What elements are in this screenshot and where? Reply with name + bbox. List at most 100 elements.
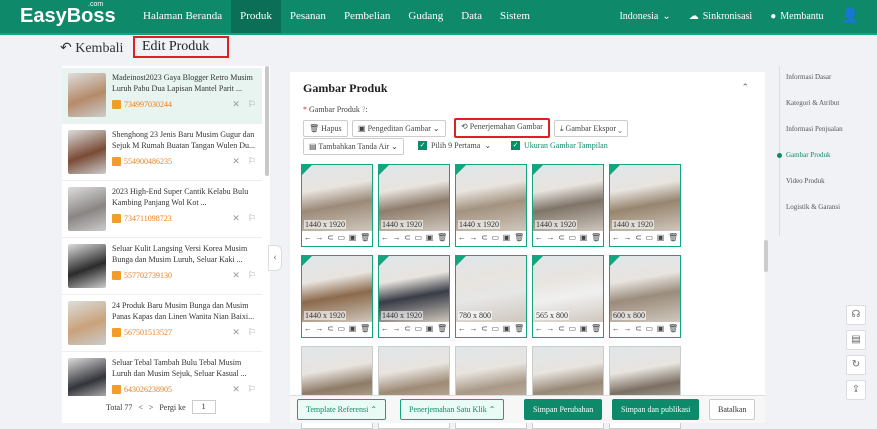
edit-icon[interactable]: ▭ xyxy=(569,233,577,242)
logo[interactable]: EasyBoss .com xyxy=(20,1,128,28)
notes-icon[interactable]: ▤ xyxy=(846,330,866,350)
link-icon[interactable]: ⊂ xyxy=(404,233,411,242)
flag-icon[interactable]: ⚐ xyxy=(248,327,256,338)
trash-icon[interactable]: 🗑 xyxy=(360,324,370,333)
user-avatar[interactable]: 👤 xyxy=(842,8,859,25)
next-page-icon[interactable]: > xyxy=(149,403,154,412)
image-edit-button[interactable]: ▣ Pengeditan Gambar ⌄ xyxy=(352,120,446,137)
close-icon[interactable]: ✕ xyxy=(232,270,240,281)
product-list-scrollbar[interactable] xyxy=(265,66,269,176)
delete-button[interactable]: 🗑 Hapus xyxy=(303,120,348,137)
back-button[interactable]: ↶ Kembali xyxy=(60,40,123,57)
image-icon[interactable]: ▣ xyxy=(426,324,434,333)
trash-icon[interactable]: 🗑 xyxy=(514,324,524,333)
collapse-panel-button[interactable]: ‹ xyxy=(268,245,282,271)
trash-icon[interactable]: 🗑 xyxy=(668,324,678,333)
move-left-icon[interactable]: ← xyxy=(304,233,312,242)
image-tile[interactable]: 1440 x 1920 ← → ⊂ ▭ ▣ 🗑 xyxy=(301,255,373,338)
trash-icon[interactable]: 🗑 xyxy=(591,233,601,242)
edit-icon[interactable]: ▭ xyxy=(492,324,500,333)
trash-icon[interactable]: 🗑 xyxy=(591,324,601,333)
edit-icon[interactable]: ▭ xyxy=(569,324,577,333)
nav-logistics[interactable]: Logistik & Garansi xyxy=(786,203,840,211)
image-icon[interactable]: ▣ xyxy=(503,324,511,333)
page-input[interactable]: 1 xyxy=(191,400,216,414)
image-tile[interactable]: 1440 x 1920 ← → ⊂ ▭ ▣ 🗑 xyxy=(378,164,450,247)
product-list-item[interactable]: 24 Produk Baru Musim Bunga dan Musim Pan… xyxy=(62,296,262,352)
move-right-icon[interactable]: → xyxy=(546,233,554,242)
trash-icon[interactable]: 🗑 xyxy=(437,233,447,242)
nav-home[interactable]: Halaman Beranda xyxy=(134,0,231,33)
move-right-icon[interactable]: → xyxy=(392,233,400,242)
nav-products[interactable]: Produk xyxy=(231,0,281,33)
watermark-button[interactable]: ▤ Tambahkan Tanda Air ⌄ xyxy=(303,138,404,155)
sync-button[interactable]: ☁ Sinkronisasi xyxy=(689,11,752,22)
move-left-icon[interactable]: ← xyxy=(304,324,312,333)
prev-page-icon[interactable]: < xyxy=(138,403,143,412)
move-right-icon[interactable]: → xyxy=(623,324,631,333)
move-right-icon[interactable]: → xyxy=(315,233,323,242)
edit-icon[interactable]: ▭ xyxy=(492,233,500,242)
link-icon[interactable]: ⊂ xyxy=(327,233,334,242)
template-button[interactable]: Template Referensi ⌃ xyxy=(297,399,387,420)
image-tile[interactable]: 1440 x 1920 ← → ⊂ ▭ ▣ 🗑 xyxy=(455,164,527,247)
edit-icon[interactable]: ▭ xyxy=(415,324,423,333)
image-tile[interactable]: 1440 x 1920 ← → ⊂ ▭ ▣ 🗑 xyxy=(609,164,681,247)
move-right-icon[interactable]: → xyxy=(469,324,477,333)
nav-sales-info[interactable]: Informasi Penjualan xyxy=(786,125,843,133)
nav-basic-info[interactable]: Informasi Dasar xyxy=(786,73,831,81)
image-tile[interactable]: 1440 x 1920 ← → ⊂ ▭ ▣ 🗑 xyxy=(378,255,450,338)
link-icon[interactable]: ⊂ xyxy=(404,324,411,333)
nav-purchases[interactable]: Pembelian xyxy=(335,0,399,33)
product-list-item[interactable]: Shenghong 23 Jenis Baru Musim Gugur dan … xyxy=(62,125,262,181)
select-first9-checkbox[interactable]: ✓ Pilih 9 Pertama ⌄ xyxy=(418,141,491,150)
move-left-icon[interactable]: ← xyxy=(381,324,389,333)
nav-product-images[interactable]: Gambar Produk xyxy=(786,151,831,159)
nav-orders[interactable]: Pesanan xyxy=(281,0,335,33)
product-list-item[interactable]: Seluar Kulit Langsing Versi Korea Musim … xyxy=(62,239,262,295)
flag-icon[interactable]: ⚐ xyxy=(248,384,256,395)
close-icon[interactable]: ✕ xyxy=(232,327,240,338)
trash-icon[interactable]: 🗑 xyxy=(437,324,447,333)
move-left-icon[interactable]: ← xyxy=(458,233,466,242)
edit-icon[interactable]: ▭ xyxy=(338,324,346,333)
product-list-item[interactable]: 2023 High-End Super Cantik Kelabu Bulu K… xyxy=(62,182,262,238)
close-icon[interactable]: ✕ xyxy=(232,384,240,395)
image-icon[interactable]: ▣ xyxy=(580,324,588,333)
image-icon[interactable]: ▣ xyxy=(349,324,357,333)
close-icon[interactable]: ✕ xyxy=(232,213,240,224)
move-left-icon[interactable]: ← xyxy=(535,233,543,242)
move-left-icon[interactable]: ← xyxy=(612,233,620,242)
product-list-item[interactable]: Madeinost2023 Gaya Blogger Retro Musim L… xyxy=(62,68,262,124)
link-icon[interactable]: ⊂ xyxy=(635,233,642,242)
flag-icon[interactable]: ⚐ xyxy=(248,270,256,281)
link-icon[interactable]: ⊂ xyxy=(481,233,488,242)
flag-icon[interactable]: ⚐ xyxy=(248,99,256,110)
image-tile[interactable]: 780 x 800 ← → ⊂ ▭ ▣ 🗑 xyxy=(455,255,527,338)
image-icon[interactable]: ▣ xyxy=(580,233,588,242)
refresh-icon[interactable]: ↻ xyxy=(846,355,866,375)
link-icon[interactable]: ⊂ xyxy=(635,324,642,333)
move-right-icon[interactable]: → xyxy=(315,324,323,333)
edit-icon[interactable]: ▭ xyxy=(415,233,423,242)
move-left-icon[interactable]: ← xyxy=(535,324,543,333)
move-right-icon[interactable]: → xyxy=(546,324,554,333)
image-icon[interactable]: ▣ xyxy=(426,233,434,242)
nav-category[interactable]: Kategori & Atribut xyxy=(786,99,839,107)
move-left-icon[interactable]: ← xyxy=(381,233,389,242)
collapse-section-icon[interactable]: ⌃ xyxy=(741,82,749,93)
nav-warehouse[interactable]: Gudang xyxy=(399,0,452,33)
close-icon[interactable]: ✕ xyxy=(232,156,240,167)
show-size-checkbox[interactable]: ✓ Ukuran Gambar Tampilan xyxy=(511,141,608,150)
image-tile[interactable]: 1440 x 1920 ← → ⊂ ▭ ▣ 🗑 xyxy=(532,164,604,247)
trash-icon[interactable]: 🗑 xyxy=(514,233,524,242)
one-click-translate-button[interactable]: Penerjemahan Satu Klik ⌃ xyxy=(400,399,505,420)
trash-icon[interactable]: 🗑 xyxy=(360,233,370,242)
nav-product-video[interactable]: Video Produk xyxy=(786,177,825,185)
edit-icon[interactable]: ▭ xyxy=(338,233,346,242)
headset-icon[interactable]: ☊ xyxy=(846,305,866,325)
close-icon[interactable]: ✕ xyxy=(232,99,240,110)
export-button[interactable]: ⤓ Gambar Ekspor ⌄ xyxy=(554,120,628,137)
edit-icon[interactable]: ▭ xyxy=(646,324,654,333)
link-icon[interactable]: ⊂ xyxy=(558,233,565,242)
